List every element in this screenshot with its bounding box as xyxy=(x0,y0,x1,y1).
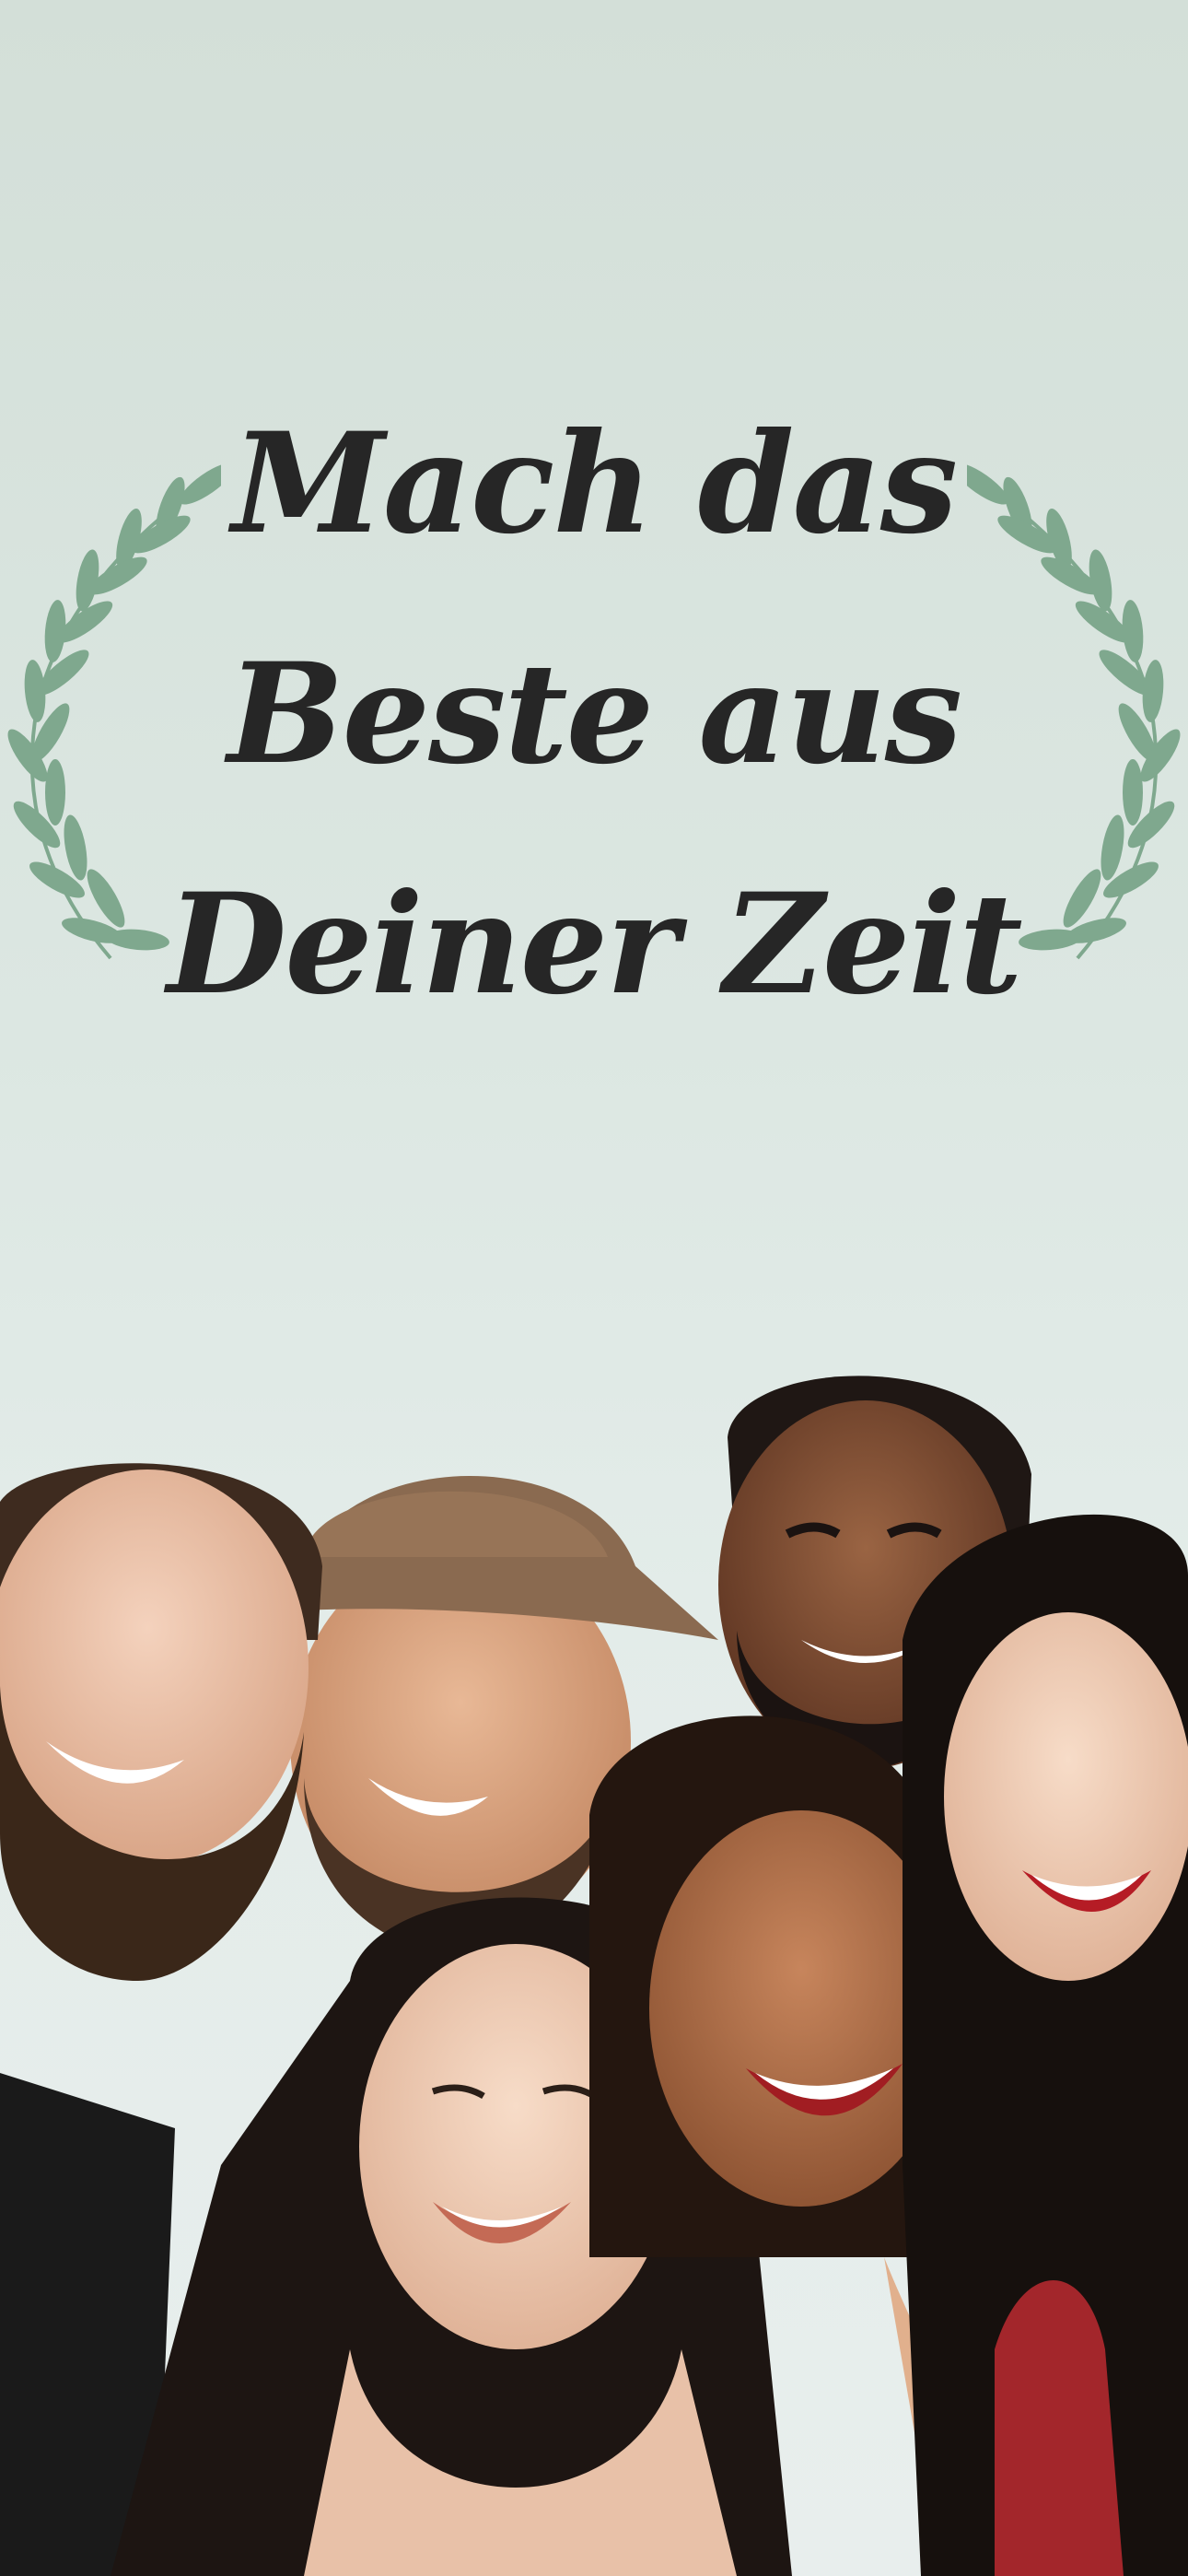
headline-line-1: Mach das xyxy=(231,403,958,565)
person-woman-right xyxy=(903,1514,1188,2576)
onboarding-screen: Mach das Beste aus Deiner Zeit xyxy=(0,0,1188,2576)
headline-line-2: Beste aus xyxy=(227,633,962,795)
group-of-friends-photo xyxy=(0,1336,1188,2576)
headline: Mach das Beste aus Deiner Zeit xyxy=(0,369,1188,1060)
headline-line-3: Deiner Zeit xyxy=(167,863,1022,1025)
